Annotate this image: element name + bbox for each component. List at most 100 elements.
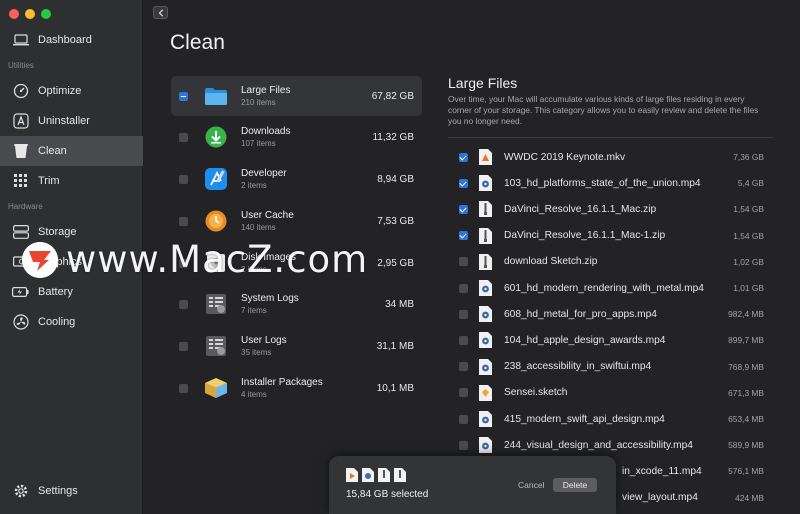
page-title: Clean xyxy=(170,31,225,54)
file-row[interactable]: 103_hd_platforms_state_of_the_union.mp4 5… xyxy=(459,170,764,196)
archive-file-icon xyxy=(478,253,492,270)
file-size: 589,9 MB xyxy=(728,440,764,451)
download-icon xyxy=(204,125,228,149)
file-row[interactable]: Sensei.sketch 671,3 MB xyxy=(459,380,764,406)
video-file-icon xyxy=(478,332,492,349)
close-window-button[interactable] xyxy=(9,9,19,19)
file-checkbox[interactable] xyxy=(459,231,468,241)
category-checkbox[interactable] xyxy=(179,91,188,101)
category-count: 35 items xyxy=(241,348,272,357)
category-count: 107 items xyxy=(241,139,276,148)
file-size: 653,4 MB xyxy=(728,414,764,424)
fan-icon xyxy=(12,314,29,331)
category-count: 210 items xyxy=(241,98,276,107)
file-name: 103_hd_platforms_state_of_the_union.mp4 xyxy=(504,177,701,189)
sidebar-item-graphics[interactable]: Graphics xyxy=(0,247,143,277)
category-name: Installer Packages xyxy=(241,377,323,388)
category-user-cache[interactable]: User Cache 140 items 7,53 GB xyxy=(171,201,422,241)
category-size: 10,1 MB xyxy=(376,382,414,394)
category-count: 7 items xyxy=(241,306,267,315)
category-checkbox[interactable] xyxy=(179,132,188,142)
file-row[interactable]: 415_modern_swift_api_design.mp4 653,4 MB xyxy=(459,406,764,432)
sidebar-item-optimize[interactable]: Optimize xyxy=(0,76,143,106)
category-checkbox[interactable] xyxy=(179,174,188,184)
category-system-logs[interactable]: System Logs 7 items 34 MB xyxy=(171,284,422,324)
delete-button[interactable]: Delete xyxy=(553,478,597,492)
category-installer-packages[interactable]: Installer Packages 4 items 10,1 MB xyxy=(171,368,422,408)
xcode-icon xyxy=(204,167,228,191)
file-checkbox[interactable] xyxy=(459,335,468,345)
panel-description: Over time, your Mac will accumulate vari… xyxy=(448,94,759,126)
window-controls xyxy=(9,9,51,19)
app-store-icon xyxy=(12,113,29,130)
sidebar-item-trim[interactable]: Trim xyxy=(0,166,143,196)
sketch-file-icon xyxy=(478,384,492,401)
category-name: User Cache xyxy=(241,210,294,221)
panel-divider xyxy=(448,137,773,138)
sidebar-item-storage[interactable]: Storage xyxy=(0,217,143,247)
video-file-icon xyxy=(478,437,492,454)
category-large-files[interactable]: Large Files 210 items 67,82 GB xyxy=(171,76,422,116)
file-size: 768,9 MB xyxy=(728,361,764,372)
file-checkbox[interactable] xyxy=(459,204,468,214)
archive-file-icon xyxy=(478,201,492,218)
category-disk-images[interactable]: Disk Images 2 items 2,95 GB xyxy=(171,243,422,283)
category-size: 8,94 GB xyxy=(377,173,414,185)
zoom-window-button[interactable] xyxy=(41,9,51,19)
sidebar-item-uninstaller[interactable]: Uninstaller xyxy=(0,106,143,136)
file-row[interactable]: DaVinci_Resolve_16.1.1_Mac.zip 1,54 GB xyxy=(459,196,764,222)
category-checkbox[interactable] xyxy=(179,258,188,268)
minimize-window-button[interactable] xyxy=(25,9,35,19)
category-downloads[interactable]: Downloads 107 items 11,32 GB xyxy=(171,117,422,157)
video-file-icon xyxy=(478,175,492,192)
back-button[interactable] xyxy=(153,6,168,19)
file-checkbox[interactable] xyxy=(459,388,468,398)
file-size: 5,4 GB xyxy=(737,178,764,189)
file-row[interactable]: DaVinci_Resolve_16.1.1_Mac-1.zip 1,54 GB xyxy=(459,223,764,249)
file-name: 415_modern_swift_api_design.mp4 xyxy=(504,413,665,425)
category-name: Developer xyxy=(241,168,287,179)
sidebar-item-label: Battery xyxy=(38,286,73,298)
cancel-button[interactable]: Cancel xyxy=(518,480,544,490)
file-checkbox[interactable] xyxy=(459,152,468,162)
category-developer[interactable]: Developer 2 items 8,94 GB xyxy=(171,159,422,199)
category-size: 2,95 GB xyxy=(377,257,414,269)
selection-summary: 15,84 GB selected xyxy=(346,489,429,500)
file-checkbox[interactable] xyxy=(459,309,468,319)
gauge-icon xyxy=(12,83,29,100)
storage-icon xyxy=(12,224,29,241)
sidebar-item-clean[interactable]: Clean xyxy=(0,136,143,166)
file-checkbox[interactable] xyxy=(459,362,468,372)
category-checkbox[interactable] xyxy=(179,341,188,351)
video-file-icon xyxy=(478,280,492,296)
category-checkbox[interactable] xyxy=(179,383,188,393)
file-checkbox[interactable] xyxy=(459,283,468,293)
file-row[interactable]: 104_hd_apple_design_awards.mp4 899,7 MB xyxy=(459,327,764,353)
category-checkbox[interactable] xyxy=(179,216,188,226)
category-user-logs[interactable]: User Logs 35 items 31,1 MB xyxy=(171,326,422,366)
selection-popover: 15,84 GB selected Cancel Delete xyxy=(329,456,616,514)
file-row[interactable]: 238_accessibility_in_swiftui.mp4 768,9 MB xyxy=(459,354,764,380)
file-name: 238_accessibility_in_swiftui.mp4 xyxy=(504,361,652,373)
sidebar-item-label: Storage xyxy=(38,226,77,238)
sidebar-item-settings[interactable]: Settings xyxy=(0,476,143,506)
file-row[interactable]: 244_visual_design_and_accessibility.mp4 5… xyxy=(459,432,764,458)
sidebar-item-dashboard[interactable]: Dashboard xyxy=(0,25,143,55)
file-row[interactable]: 608_hd_metal_for_pro_apps.mp4 982,4 MB xyxy=(459,301,764,327)
file-name: 601_hd_modern_rendering_with_metal.mp4 xyxy=(504,282,704,294)
sidebar-item-label: Trim xyxy=(38,175,60,187)
file-checkbox[interactable] xyxy=(459,257,468,267)
category-name: User Logs xyxy=(241,335,287,346)
sidebar-item-cooling[interactable]: Cooling xyxy=(0,307,143,337)
file-checkbox[interactable] xyxy=(459,178,468,188)
file-checkbox[interactable] xyxy=(459,414,468,424)
video-file-icon xyxy=(478,411,492,427)
file-size: 1,01 GB xyxy=(733,283,764,293)
file-checkbox[interactable] xyxy=(459,440,468,450)
file-row[interactable]: 601_hd_modern_rendering_with_metal.mp4 1,… xyxy=(459,275,764,301)
sidebar-item-battery[interactable]: Battery xyxy=(0,277,143,307)
category-checkbox[interactable] xyxy=(179,299,188,309)
file-row[interactable]: download Sketch.zip 1,02 GB xyxy=(459,249,764,275)
file-row[interactable]: WWDC 2019 Keynote.mkv 7,36 GB xyxy=(459,144,764,170)
category-count: 2 items xyxy=(241,265,267,274)
